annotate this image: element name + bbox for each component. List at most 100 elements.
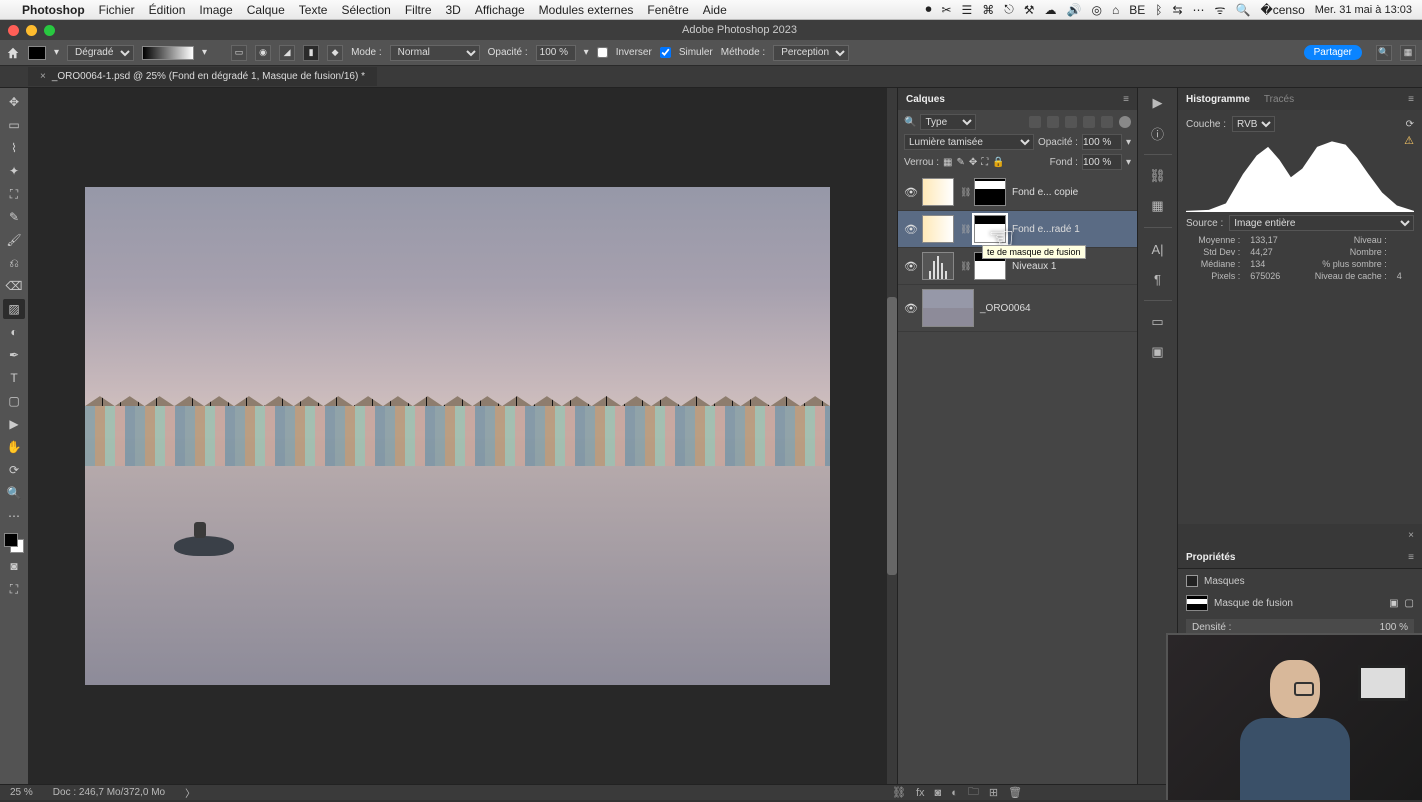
density-value[interactable]: 100 %	[1380, 622, 1408, 633]
rotate-view-tool-icon[interactable]: ⟳	[3, 460, 25, 480]
layer-name[interactable]: Fond e... copie	[1012, 187, 1078, 198]
crop-tool-icon[interactable]: ⛶	[3, 184, 25, 204]
tray-icon[interactable]: ⏺	[925, 2, 931, 17]
tray-icon[interactable]: ⌂	[1112, 3, 1119, 17]
character-panel-icon[interactable]: A|	[1149, 240, 1167, 258]
invert-checkbox[interactable]	[597, 47, 608, 58]
link-mask-icon[interactable]: ⛓	[960, 187, 968, 198]
menu-view[interactable]: Affichage	[475, 3, 525, 17]
layer-name[interactable]: Niveaux 1	[1012, 261, 1056, 272]
layer-mask-thumbnail[interactable]	[974, 215, 1006, 243]
lock-transparent-icon[interactable]: ▦	[943, 157, 952, 168]
document-tab[interactable]: × _ORO0064-1.psd @ 25% (Fond en dégradé …	[28, 67, 377, 86]
tray-icon[interactable]: ⌘	[982, 3, 994, 17]
layers-footer-mask-icon[interactable]: ◙	[935, 787, 942, 799]
quick-select-tool-icon[interactable]: ✦	[3, 161, 25, 181]
canvas-vertical-scrollbar[interactable]	[887, 88, 897, 784]
histogram-tab[interactable]: Histogramme	[1186, 94, 1250, 105]
close-window-button[interactable]	[8, 25, 19, 36]
paragraph-panel-icon[interactable]: ¶	[1149, 270, 1167, 288]
foreground-background-colors[interactable]	[4, 533, 24, 553]
panel-menu-icon[interactable]: ≡	[1408, 94, 1414, 105]
layers-footer-fx-icon[interactable]: fx	[916, 787, 925, 799]
play-action-icon[interactable]: ▶	[1149, 94, 1167, 112]
tray-icon[interactable]: ☁︎	[1045, 3, 1057, 17]
layer-blend-mode[interactable]: Lumière tamisée	[904, 134, 1034, 150]
layer-row[interactable]: 👁 ⛓ Fond e... copie	[898, 174, 1137, 211]
vector-mask-icon[interactable]: ▢	[1405, 598, 1414, 609]
visibility-toggle-icon[interactable]: 👁	[904, 302, 916, 315]
lock-pixels-icon[interactable]: ✎	[956, 157, 964, 168]
layer-name[interactable]: Fond e...radé 1	[1012, 224, 1080, 235]
quick-mask-icon[interactable]: ◙	[3, 556, 25, 576]
workspace-icon[interactable]: ▦	[1400, 45, 1416, 61]
visibility-toggle-icon[interactable]: 👁	[904, 223, 916, 236]
filter-adjust-icon[interactable]	[1047, 116, 1059, 128]
method-select[interactable]: Perception	[773, 45, 849, 61]
menu-plugins[interactable]: Modules externes	[539, 3, 634, 17]
tray-icon[interactable]: ⎋	[1004, 2, 1014, 17]
shape-tool-icon[interactable]: ▢	[3, 391, 25, 411]
menu-3d[interactable]: 3D	[446, 3, 461, 17]
menu-filter[interactable]: Filtre	[405, 3, 432, 17]
control-center-icon[interactable]: �censo	[1260, 3, 1304, 17]
filter-smart-icon[interactable]	[1101, 116, 1113, 128]
zoom-tool-icon[interactable]: 🔍	[3, 483, 25, 503]
bluetooth-icon[interactable]: ᛒ	[1155, 3, 1162, 17]
tray-icon[interactable]: ☰	[962, 3, 973, 17]
layers-footer-new-icon[interactable]: ⊞	[989, 786, 998, 799]
layers-tab[interactable]: Calques	[906, 94, 945, 105]
home-icon[interactable]	[6, 46, 20, 60]
adjustment-thumbnail[interactable]	[922, 252, 954, 280]
gradient-radial-icon[interactable]: ◉	[255, 45, 271, 61]
filter-pixel-icon[interactable]	[1029, 116, 1041, 128]
hand-tool-icon[interactable]: ✋	[3, 437, 25, 457]
tray-icon[interactable]: ⚒︎	[1024, 3, 1035, 17]
swatches-icon[interactable]: ▭	[1149, 313, 1167, 331]
search-icon[interactable]: 🔍	[1376, 45, 1392, 61]
app-name[interactable]: Photoshop	[22, 3, 85, 17]
layer-fill-input[interactable]	[1082, 154, 1122, 170]
menu-layer[interactable]: Calque	[247, 3, 285, 17]
menubar-clock[interactable]: Mer. 31 mai à 13:03	[1315, 4, 1412, 16]
lock-all-icon[interactable]: 🔒	[992, 157, 1004, 168]
layer-mask-thumbnail[interactable]	[974, 178, 1006, 206]
lasso-tool-icon[interactable]: ⌇	[3, 138, 25, 158]
menu-edit[interactable]: Édition	[149, 3, 186, 17]
opacity-input[interactable]	[536, 45, 576, 61]
minimize-window-button[interactable]	[26, 25, 37, 36]
visibility-toggle-icon[interactable]: 👁	[904, 186, 916, 199]
source-select[interactable]: Image entière	[1229, 215, 1414, 231]
canvas-area[interactable]	[28, 88, 887, 784]
filter-toggle-icon[interactable]	[1119, 116, 1131, 128]
menu-file[interactable]: Fichier	[99, 3, 135, 17]
layer-thumbnail[interactable]	[922, 178, 954, 206]
dodge-tool-icon[interactable]: ◐	[3, 322, 25, 342]
move-tool-icon[interactable]: ✥	[3, 92, 25, 112]
zoom-level[interactable]: 25 %	[10, 787, 33, 798]
zoom-window-button[interactable]	[44, 25, 55, 36]
filter-shape-icon[interactable]	[1083, 116, 1095, 128]
gradient-linear-icon[interactable]: ▭	[231, 45, 247, 61]
pen-tool-icon[interactable]: ✒	[3, 345, 25, 365]
paths-tab[interactable]: Tracés	[1264, 94, 1294, 105]
panel-menu-icon[interactable]: ≡	[1123, 94, 1129, 105]
edit-toolbar-icon[interactable]: ⋯	[3, 506, 25, 526]
share-button[interactable]: Partager	[1304, 45, 1362, 60]
type-tool-icon[interactable]: T	[3, 368, 25, 388]
eraser-tool-icon[interactable]: ⌫	[3, 276, 25, 296]
layer-kind-filter[interactable]: Type	[920, 114, 976, 130]
menu-window[interactable]: Fenêtre	[647, 3, 688, 17]
layer-thumbnail[interactable]	[922, 215, 954, 243]
layers-footer-trash-icon[interactable]: 🗑	[1008, 786, 1022, 799]
lock-position-icon[interactable]: ✥	[969, 157, 977, 168]
info-icon[interactable]: ⓘ	[1149, 124, 1167, 142]
tool-preset-select[interactable]: Dégradé	[67, 45, 134, 61]
tray-icon[interactable]: ⇆	[1172, 3, 1182, 17]
grid-icon[interactable]: ▦	[1149, 197, 1167, 215]
status-chevron-icon[interactable]: 〉	[185, 785, 195, 800]
cache-warning-icon[interactable]: ⚠	[1404, 134, 1414, 147]
panel-menu-icon[interactable]: ≡	[1408, 552, 1414, 563]
tool-preset-swatch[interactable]	[28, 46, 46, 60]
wifi-icon[interactable]: ᯤ	[1215, 1, 1226, 18]
